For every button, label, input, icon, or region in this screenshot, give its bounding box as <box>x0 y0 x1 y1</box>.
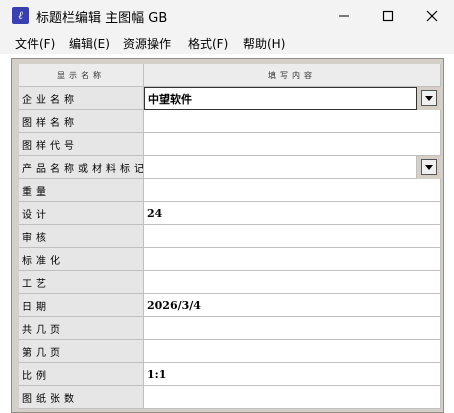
menu-resource-ops[interactable]: 资源操作 <box>123 35 171 52</box>
row-label: 第几页 <box>19 340 144 363</box>
maximize-button[interactable] <box>366 0 410 32</box>
header-name-column: 显示名称 <box>19 64 144 87</box>
row-label: 企业名称 <box>19 87 144 110</box>
row-value-field[interactable]: 中望软件 <box>144 87 417 110</box>
window-title: 标题栏编辑 主图幅 GB <box>36 11 168 26</box>
minimize-icon <box>339 15 349 17</box>
row-label: 比例 <box>19 363 144 386</box>
row-value-field[interactable] <box>144 386 441 409</box>
row-value-field[interactable]: 24 <box>144 202 441 225</box>
row-label: 工艺 <box>19 271 144 294</box>
row-label: 产品名称或材料标记 <box>19 156 144 179</box>
menu-bar: 文件(F) 编辑(E) 资源操作 格式(F) 帮助(H) <box>0 32 454 54</box>
row-value-field[interactable]: 1:1 <box>144 363 441 386</box>
chevron-down-icon[interactable] <box>421 90 437 106</box>
close-icon <box>426 10 438 22</box>
menu-format[interactable]: 格式(F) <box>188 35 228 52</box>
row-value-field[interactable] <box>144 225 441 248</box>
row-label: 标准化 <box>19 248 144 271</box>
maximize-icon <box>382 10 394 22</box>
row-label: 图样名称 <box>19 110 144 133</box>
row-label: 图样代号 <box>19 133 144 156</box>
row-value-field[interactable] <box>144 248 441 271</box>
row-label: 共几页 <box>19 317 144 340</box>
row-value-field[interactable] <box>144 110 441 133</box>
menu-help[interactable]: 帮助(H) <box>243 35 285 52</box>
row-value-field[interactable] <box>144 179 441 202</box>
minimize-button[interactable] <box>322 0 366 32</box>
row-value-field[interactable] <box>144 133 441 156</box>
close-button[interactable] <box>410 0 454 32</box>
header-value-column: 填写内容 <box>144 64 441 87</box>
row-label: 设计 <box>19 202 144 225</box>
row-value-field[interactable] <box>144 271 441 294</box>
row-label: 日期 <box>19 294 144 317</box>
title-bar: ℓ 标题栏编辑 主图幅 GB <box>0 0 454 32</box>
row-label: 图纸张数 <box>19 386 144 409</box>
row-value-field[interactable] <box>144 340 441 363</box>
row-value-field[interactable]: 2026/3/4 <box>144 294 441 317</box>
row-label: 重量 <box>19 179 144 202</box>
menu-file[interactable]: 文件(F) <box>15 35 55 52</box>
menu-edit[interactable]: 编辑(E) <box>69 35 110 52</box>
row-value-field[interactable] <box>144 317 441 340</box>
row-label: 审核 <box>19 225 144 248</box>
property-grid: 显示名称 填写内容 企业名称 中望软件 图样名称 图样代号 产品名称或材料标记 重量 设计 2… <box>11 58 444 413</box>
app-logo-icon: ℓ <box>12 7 29 24</box>
chevron-down-icon[interactable] <box>421 159 437 175</box>
row-value-field[interactable] <box>144 156 417 179</box>
